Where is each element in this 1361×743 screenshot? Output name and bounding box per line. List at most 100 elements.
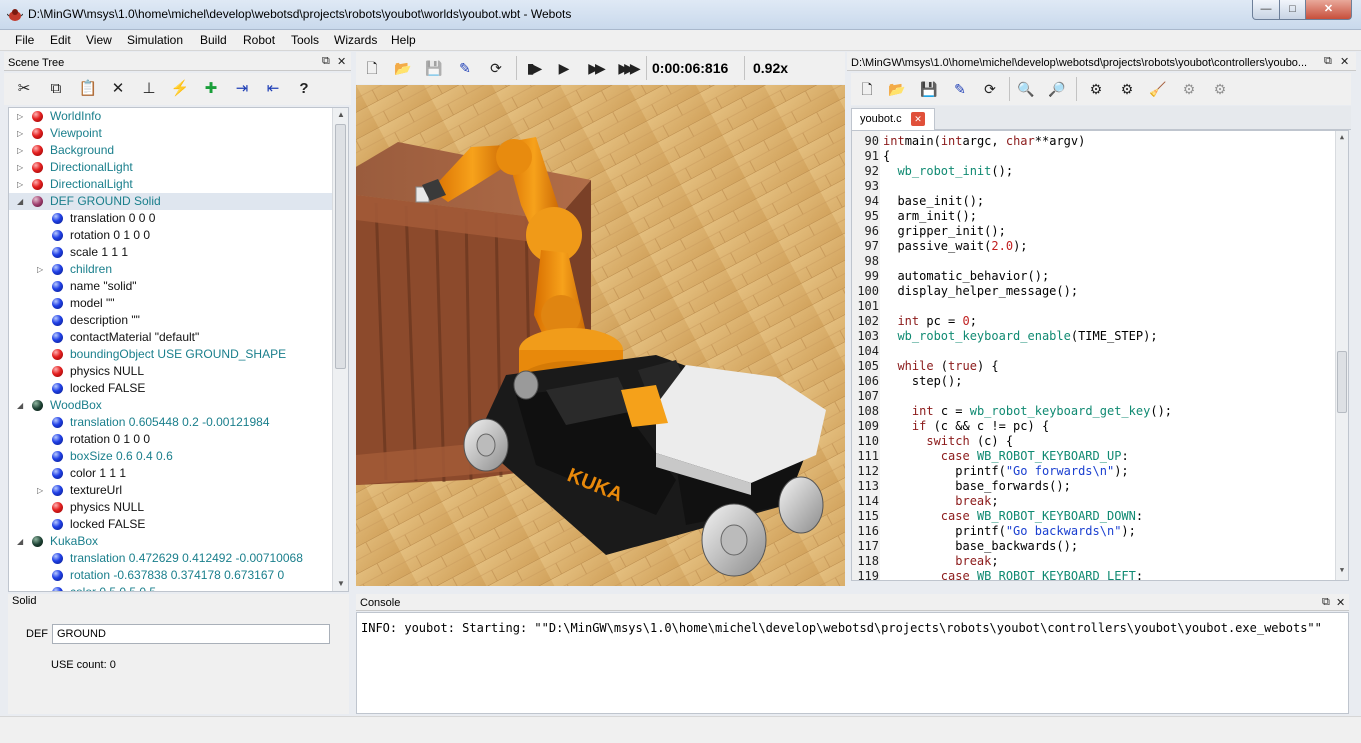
menu-help[interactable]: Help — [391, 33, 416, 47]
scene-tree-node[interactable]: color 0.5 0.5 0.5 — [9, 584, 333, 591]
edit-icon[interactable]: ✎ — [453, 56, 477, 80]
collapse-arrow-icon[interactable]: ◢ — [17, 193, 27, 210]
save-world-icon[interactable]: 💾 — [422, 56, 446, 80]
collapse-arrow-icon[interactable]: ◢ — [17, 397, 27, 414]
scene-tree-node[interactable]: ◢ KukaBox — [9, 533, 333, 550]
scene-tree-node[interactable]: physics NULL — [9, 499, 333, 516]
scene-tree-node[interactable]: ◢ DEF GROUND Solid — [9, 193, 333, 210]
float-console-icon[interactable]: ⧉ — [1322, 596, 1330, 609]
open-world-icon[interactable]: 📂 — [391, 56, 415, 80]
add-node-icon[interactable]: ✚ — [199, 77, 223, 101]
scene-tree-node[interactable]: translation 0.472629 0.412492 -0.0071006… — [9, 550, 333, 567]
menu-tools[interactable]: Tools — [291, 33, 319, 47]
console-output[interactable]: INFO: youbot: Starting: ""D:\MinGW\msys\… — [356, 612, 1349, 714]
minimize-button[interactable]: — — [1252, 0, 1280, 20]
new-file-icon[interactable]: 🗋 — [855, 77, 879, 101]
float-panel-icon[interactable]: ⧉ — [322, 55, 330, 68]
play-icon[interactable]: ▶ — [552, 56, 576, 80]
expand-arrow-icon[interactable]: ▷ — [17, 125, 27, 142]
scene-tree-node[interactable]: ▷ WorldInfo — [9, 108, 333, 125]
menu-build[interactable]: Build — [200, 33, 227, 47]
expand-arrow-icon[interactable]: ▷ — [17, 142, 27, 159]
scene-tree-node[interactable]: rotation 0 1 0 0 — [9, 431, 333, 448]
close-window-button[interactable]: ✕ — [1305, 0, 1352, 20]
scroll-down-icon[interactable]: ▼ — [334, 577, 348, 591]
3d-view[interactable]: KUKA — [356, 85, 845, 586]
scene-tree-node[interactable]: ▷ Viewpoint — [9, 125, 333, 142]
menu-file[interactable]: File — [15, 33, 34, 47]
scene-tree-node[interactable]: rotation 0 1 0 0 — [9, 227, 333, 244]
close-console-icon[interactable]: ✕ — [1336, 596, 1345, 609]
expand-arrow-icon[interactable]: ▷ — [17, 176, 27, 193]
tab-youbot-c[interactable]: youbot.c ✕ — [851, 108, 935, 130]
scene-tree-node[interactable]: ▷ textureUrl — [9, 482, 333, 499]
menu-edit[interactable]: Edit — [50, 33, 71, 47]
tab-close-icon[interactable]: ✕ — [911, 112, 925, 126]
reset-icon[interactable]: ⊥ — [137, 77, 161, 101]
cut-icon[interactable]: ✂ — [12, 77, 36, 101]
paste-icon[interactable]: 📋 — [76, 77, 100, 101]
scene-tree-node[interactable]: boundingObject USE GROUND_SHAPE — [9, 346, 333, 363]
menu-view[interactable]: View — [86, 33, 112, 47]
fast-icon[interactable]: ▶▶ — [583, 56, 607, 80]
collapse-arrow-icon[interactable]: ◢ — [17, 533, 27, 550]
close-editor-icon[interactable]: ✕ — [1340, 55, 1349, 68]
save-as-icon[interactable]: ✎ — [948, 77, 972, 101]
fastest-icon[interactable]: ▶▶▶ — [612, 56, 642, 80]
scene-tree-node[interactable]: ▷ children — [9, 261, 333, 278]
editor-scroll-thumb[interactable] — [1337, 351, 1347, 413]
maximize-button[interactable]: □ — [1279, 0, 1306, 20]
scroll-down-icon[interactable]: ▼ — [1336, 566, 1348, 578]
scroll-up-icon[interactable]: ▲ — [1336, 133, 1348, 145]
expand-arrow-icon[interactable]: ▷ — [17, 159, 27, 176]
copy-icon[interactable]: ⧉ — [44, 77, 68, 101]
expand-arrow-icon[interactable]: ▷ — [37, 261, 47, 278]
scene-tree-node[interactable]: description "" — [9, 312, 333, 329]
scene-tree-node[interactable]: locked FALSE — [9, 516, 333, 533]
scene-tree-node[interactable]: ▷ DirectionalLight — [9, 159, 333, 176]
def-name-input[interactable]: GROUND — [52, 624, 330, 644]
expand-arrow-icon[interactable]: ▷ — [37, 482, 47, 499]
step-icon[interactable]: ▮▶ — [521, 56, 545, 80]
scene-tree-node[interactable]: translation 0.605448 0.2 -0.00121984 — [9, 414, 333, 431]
scene-tree-node[interactable]: contactMaterial "default" — [9, 329, 333, 346]
scene-tree-scroll-thumb[interactable] — [335, 124, 346, 369]
scene-tree-node[interactable]: name "solid" — [9, 278, 333, 295]
replace-icon[interactable]: 🔎 — [1045, 77, 1069, 101]
reload-icon[interactable]: ⟳ — [484, 56, 508, 80]
scene-tree-node[interactable]: boxSize 0.6 0.4 0.6 — [9, 448, 333, 465]
scene-tree-node[interactable]: rotation -0.637838 0.374178 0.673167 0 — [9, 567, 333, 584]
scene-tree[interactable]: ▷ WorldInfo ▷ Viewpoint ▷ Background ▷ Directio… — [8, 107, 349, 592]
make-icon[interactable]: ⚙ — [1115, 77, 1139, 101]
scene-tree-scrollbar[interactable]: ▲ ▼ — [332, 108, 348, 591]
scene-tree-node[interactable]: translation 0 0 0 — [9, 210, 333, 227]
save-file-icon[interactable]: 💾 — [917, 77, 941, 101]
menu-wizards[interactable]: Wizards — [334, 33, 377, 47]
scene-tree-node[interactable]: ▷ Background — [9, 142, 333, 159]
open-file-icon[interactable]: 📂 — [885, 77, 909, 101]
scroll-up-icon[interactable]: ▲ — [334, 108, 348, 122]
scene-tree-node[interactable]: scale 1 1 1 — [9, 244, 333, 261]
build-icon[interactable]: ⚙ — [1084, 77, 1108, 101]
help-icon[interactable]: ? — [292, 77, 316, 101]
scene-tree-node[interactable]: physics NULL — [9, 363, 333, 380]
scene-tree-node[interactable]: ◢ WoodBox — [9, 397, 333, 414]
close-panel-icon[interactable]: ✕ — [337, 55, 346, 68]
export-icon[interactable]: ⇤ — [261, 77, 285, 101]
editor-scrollbar[interactable]: ▲ ▼ — [1335, 131, 1348, 580]
revert-icon[interactable]: ⟳ — [978, 77, 1002, 101]
expand-arrow-icon[interactable]: ▷ — [17, 108, 27, 125]
cross-clean-icon[interactable]: ⚙ — [1208, 77, 1232, 101]
scene-tree-node[interactable]: locked FALSE — [9, 380, 333, 397]
code-editor[interactable]: 90 intmain(intargc, char**argv) 91{92 wb_r… — [851, 130, 1349, 581]
menu-simulation[interactable]: Simulation — [127, 33, 183, 47]
clean-icon[interactable]: 🧹 — [1146, 77, 1170, 101]
menu-robot[interactable]: Robot — [243, 33, 275, 47]
find-icon[interactable]: 🔍 — [1014, 77, 1038, 101]
scene-tree-node[interactable]: ▷ DirectionalLight — [9, 176, 333, 193]
scene-tree-node[interactable]: model "" — [9, 295, 333, 312]
float-editor-icon[interactable]: ⧉ — [1324, 55, 1332, 68]
lightning-icon[interactable]: ⚡ — [168, 77, 192, 101]
delete-icon[interactable]: ✕ — [106, 77, 130, 101]
scene-tree-node[interactable]: color 1 1 1 — [9, 465, 333, 482]
